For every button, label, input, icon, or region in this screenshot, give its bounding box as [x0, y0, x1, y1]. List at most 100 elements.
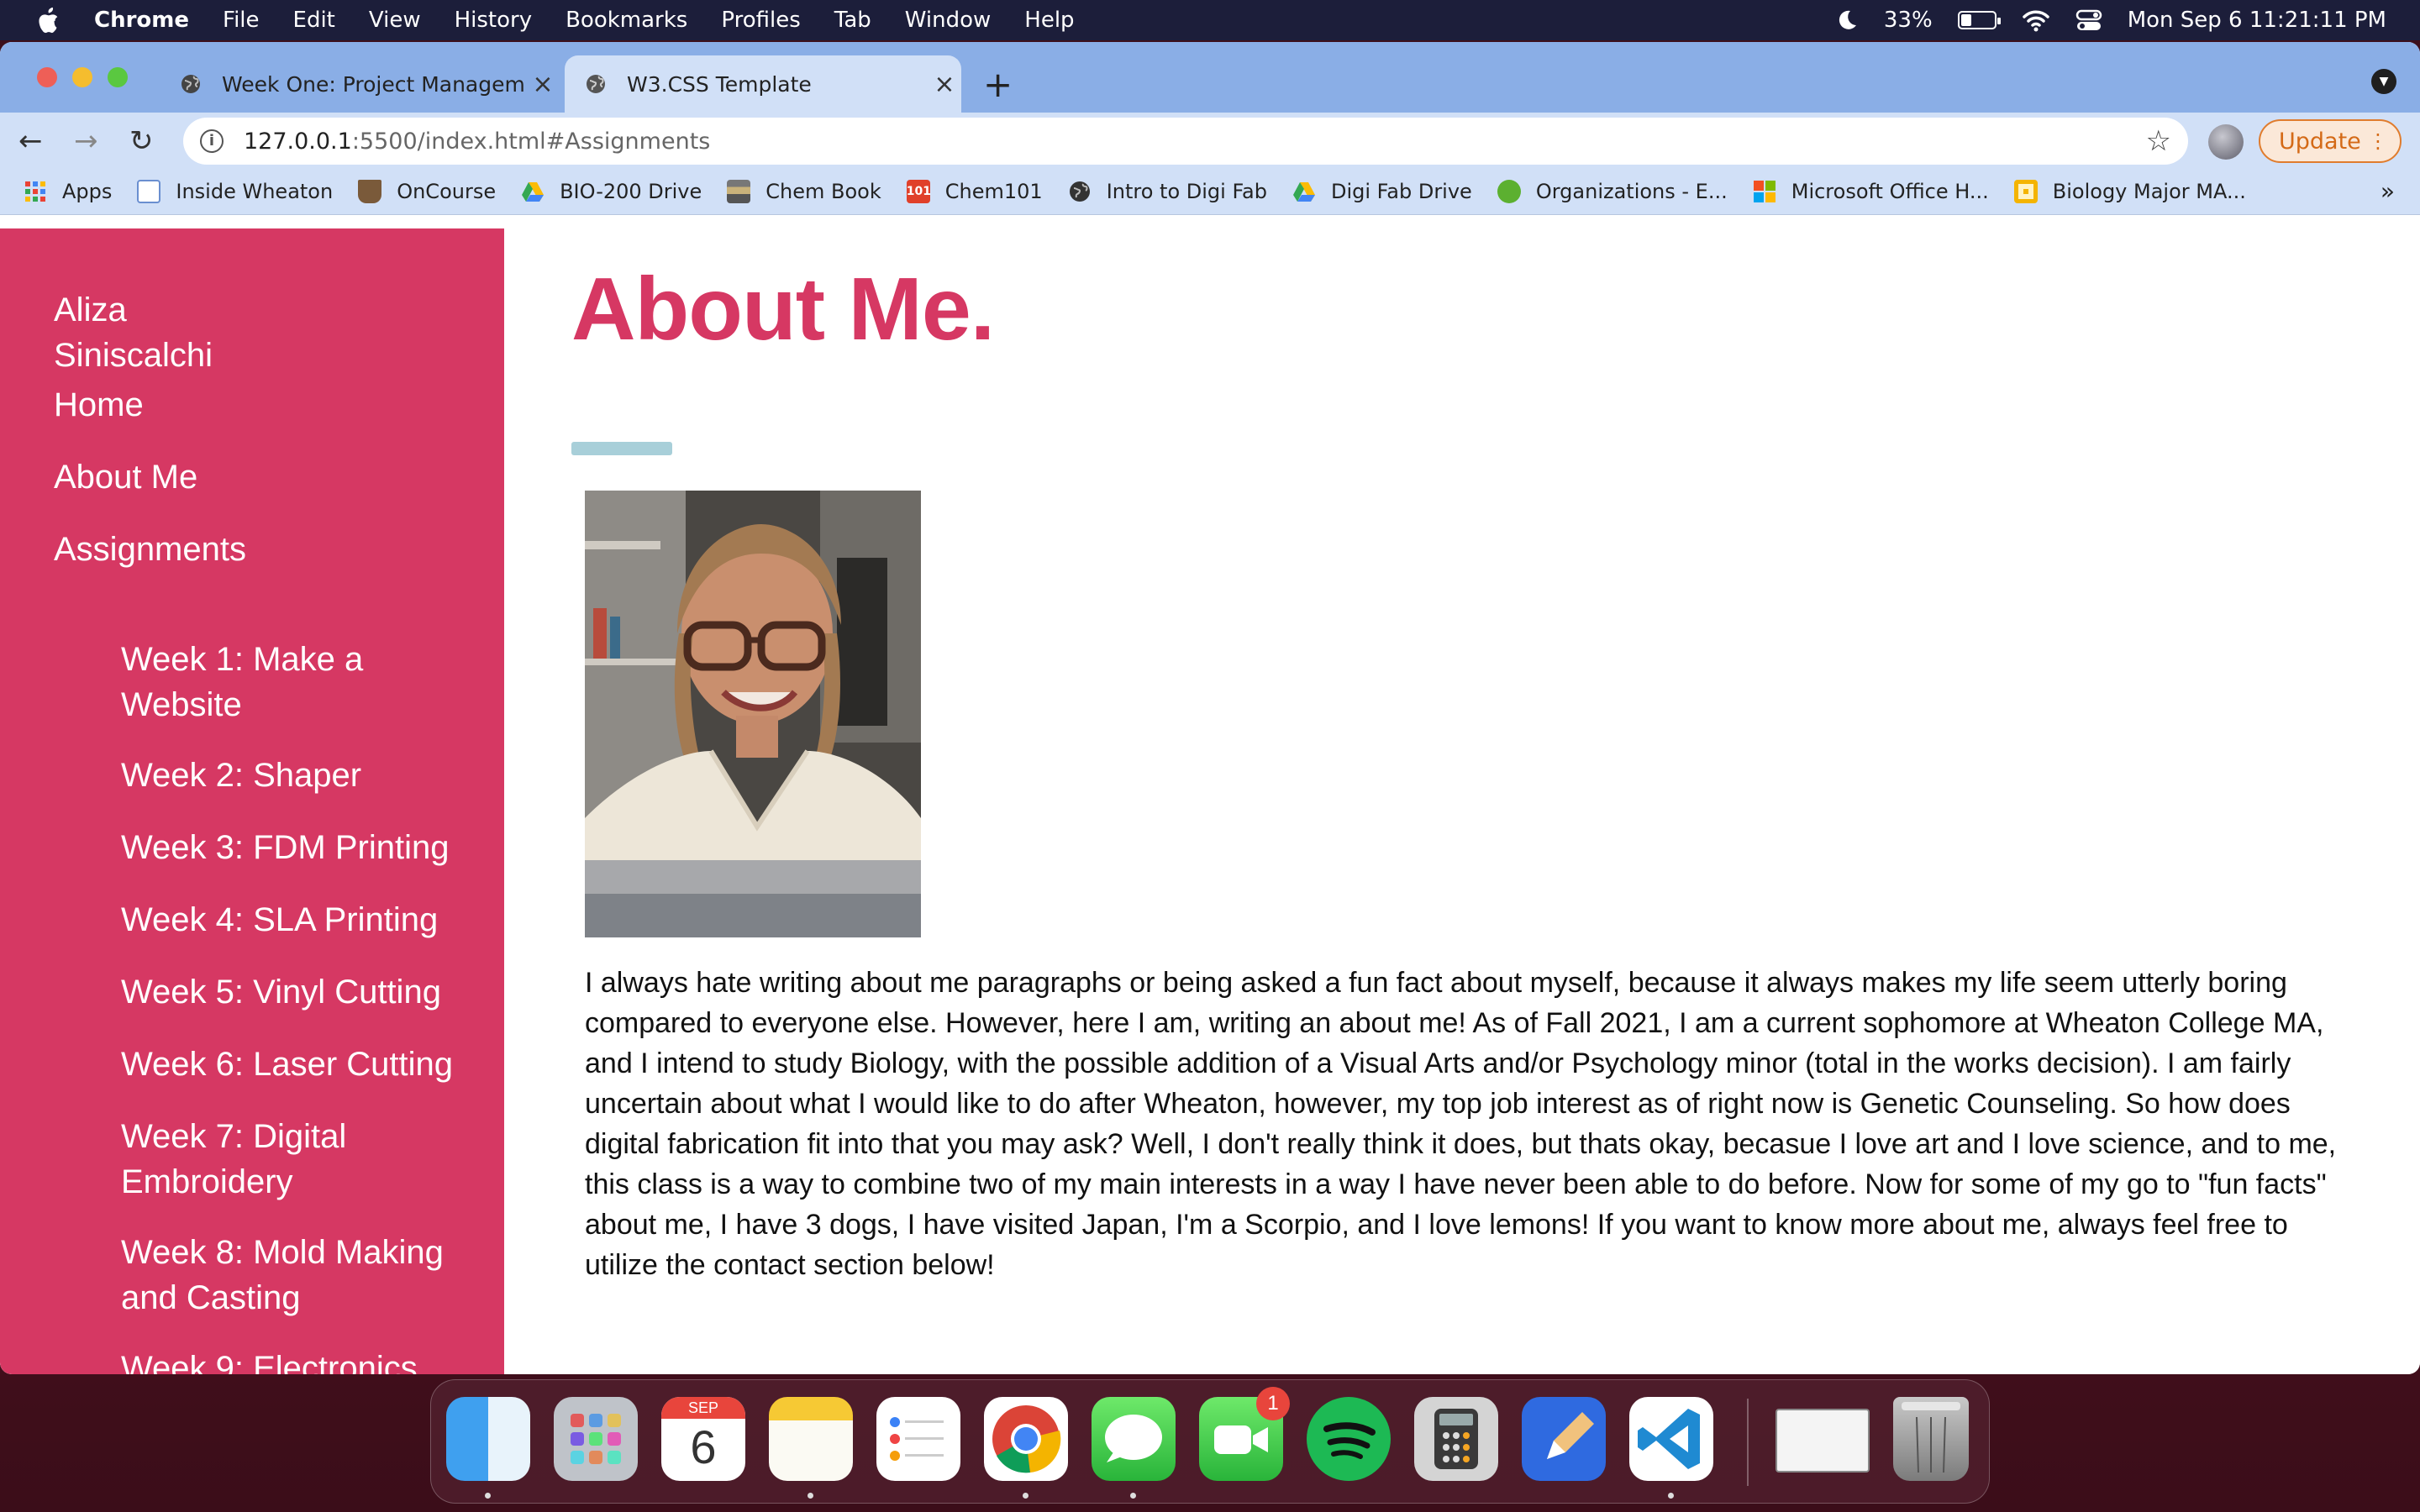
bookmark-label: Chem Book	[765, 179, 881, 203]
menu-help[interactable]: Help	[1024, 8, 1074, 33]
bookmark-label: Organizations - E...	[1535, 179, 1728, 203]
nav-week-5[interactable]: Week 5: Vinyl Cutting	[121, 969, 474, 1015]
bookmark-label: Chem101	[944, 179, 1043, 203]
tab-week-one[interactable]: Week One: Project Management ×	[160, 55, 560, 113]
tab-w3css-template[interactable]: W3.CSS Template ×	[565, 55, 961, 113]
nav-assignments[interactable]: Assignments	[54, 531, 246, 569]
macos-menu-bar: Chrome File Edit View History Bookmarks …	[0, 0, 2420, 40]
nav-week-1[interactable]: Week 1: Make a Website	[121, 637, 474, 727]
control-center-icon[interactable]	[2075, 8, 2102, 32]
finder-app[interactable]	[446, 1397, 530, 1481]
forward-button[interactable]: →	[74, 124, 98, 158]
browser-window: Week One: Project Management × W3.CSS Te…	[0, 42, 2420, 1374]
bookmark-star-icon[interactable]: ☆	[2146, 124, 2171, 158]
profile-avatar[interactable]	[2208, 124, 2244, 160]
menu-history[interactable]: History	[455, 8, 533, 33]
google-drive-icon	[1292, 181, 1315, 202]
zoom-window-button[interactable]	[108, 67, 128, 87]
bookmark-organizations[interactable]: Organizations - E...	[1497, 179, 1728, 203]
moon-icon[interactable]	[1835, 8, 1859, 32]
calendar-app[interactable]: SEP 6	[661, 1397, 745, 1481]
minimize-window-button[interactable]	[72, 67, 92, 87]
bookmark-digi-fab-drive[interactable]: Digi Fab Drive	[1292, 180, 1472, 203]
spotify-app[interactable]	[1307, 1397, 1391, 1481]
reminders-app[interactable]	[876, 1397, 960, 1481]
globe-icon	[587, 75, 605, 93]
vscode-app[interactable]	[1629, 1397, 1713, 1481]
bookmark-microsoft-office[interactable]: Microsoft Office H...	[1753, 180, 1989, 203]
reload-button[interactable]: ↻	[129, 124, 154, 158]
bookmark-biology-major[interactable]: Biology Major MA...	[2013, 179, 2246, 203]
launchpad-grid-icon	[571, 1414, 621, 1464]
nav-week-7[interactable]: Week 7: Digital Embroidery	[121, 1114, 474, 1205]
nav-week-3[interactable]: Week 3: FDM Printing	[121, 825, 474, 870]
nav-week-4[interactable]: Week 4: SLA Printing	[121, 897, 474, 942]
spotify-logo-icon	[1323, 1422, 1376, 1459]
bookmark-bio-200-drive[interactable]: BIO-200 Drive	[521, 180, 702, 203]
update-button[interactable]: Update ⋮	[2259, 119, 2402, 163]
bookmark-label: BIO-200 Drive	[560, 179, 702, 203]
address-bar[interactable]: i 127.0.0.1:5500/index.html#Assignments …	[183, 118, 2188, 165]
bookmark-intro-digi-fab[interactable]: Intro to Digi Fab	[1068, 180, 1267, 203]
running-indicator	[1130, 1493, 1136, 1499]
apple-logo-icon[interactable]	[35, 6, 60, 34]
running-indicator	[808, 1493, 813, 1499]
book-icon	[727, 179, 751, 203]
calculator-app[interactable]	[1414, 1397, 1498, 1481]
facetime-app[interactable]: 1	[1199, 1387, 1290, 1481]
script-editor-app[interactable]	[1522, 1397, 1606, 1481]
menu-window[interactable]: Window	[905, 8, 992, 33]
dock-divider	[1747, 1399, 1749, 1486]
inside-wheaton-icon	[137, 179, 161, 203]
more-menu-icon[interactable]: ⋮	[2368, 129, 2388, 153]
nav-home[interactable]: Home	[54, 386, 144, 424]
site-owner-name[interactable]: Aliza Siniscalchi	[54, 287, 272, 378]
bookmark-oncourse[interactable]: OnCourse	[358, 179, 496, 203]
site-info-icon[interactable]: i	[200, 129, 224, 153]
bookmarks-bar: Apps Inside Wheaton OnCourse BIO-200 Dri…	[0, 168, 2420, 215]
messages-app[interactable]	[1092, 1397, 1176, 1481]
wifi-icon[interactable]	[2022, 8, 2050, 32]
nav-week-6[interactable]: Week 6: Laser Cutting	[121, 1042, 474, 1087]
tab-title: W3.CSS Template	[627, 71, 812, 97]
bookmark-label: Intro to Digi Fab	[1106, 179, 1267, 203]
chrome-logo-icon	[992, 1405, 1061, 1473]
menu-edit[interactable]: Edit	[293, 8, 335, 33]
notes-app[interactable]	[769, 1397, 853, 1481]
trash-app[interactable]	[1893, 1397, 1969, 1481]
bookmark-chem-book[interactable]: Chem Book	[727, 179, 881, 203]
nav-week-8[interactable]: Week 8: Mold Making and Casting	[121, 1230, 474, 1320]
back-button[interactable]: ←	[18, 124, 43, 158]
preview-window-thumbnail[interactable]	[1776, 1409, 1870, 1473]
close-tab-icon[interactable]: ×	[526, 70, 560, 99]
menu-app-name[interactable]: Chrome	[94, 8, 189, 33]
running-indicator	[1668, 1493, 1674, 1499]
nav-about-me[interactable]: About Me	[54, 459, 197, 496]
bookmark-inside-wheaton[interactable]: Inside Wheaton	[137, 179, 333, 203]
chrome-app[interactable]	[984, 1397, 1068, 1481]
bookmark-chem101[interactable]: 101 Chem101	[906, 179, 1043, 203]
nav-week-2[interactable]: Week 2: Shaper	[121, 753, 474, 798]
main-content: About Me. I always hate writing about me…	[504, 228, 2420, 1374]
globe-icon	[182, 75, 200, 93]
menu-file[interactable]: File	[223, 8, 260, 33]
more-bookmarks-icon[interactable]: »	[2381, 177, 2395, 205]
battery-icon[interactable]	[1957, 11, 2001, 29]
tab-search-icon[interactable]: ▼	[2371, 69, 2396, 94]
new-tab-button[interactable]: +	[983, 64, 1013, 105]
menu-profiles[interactable]: Profiles	[721, 8, 800, 33]
menu-view[interactable]: View	[369, 8, 421, 33]
page-heading: About Me.	[571, 260, 995, 359]
bookmark-apps[interactable]: Apps	[24, 180, 112, 203]
calendar-month: SEP	[661, 1397, 745, 1419]
menu-tab[interactable]: Tab	[834, 8, 871, 33]
close-window-button[interactable]	[37, 67, 57, 87]
close-tab-icon[interactable]: ×	[928, 70, 961, 99]
running-indicator	[485, 1493, 491, 1499]
menu-clock[interactable]: Mon Sep 6 11:21:11 PM	[2128, 8, 2386, 33]
bookmark-label: Microsoft Office H...	[1791, 179, 1989, 203]
launchpad-app[interactable]	[554, 1397, 638, 1481]
menu-bookmarks[interactable]: Bookmarks	[566, 8, 687, 33]
nav-week-9[interactable]: Week 9: Electronics	[121, 1346, 474, 1374]
globe-icon	[1069, 181, 1090, 202]
